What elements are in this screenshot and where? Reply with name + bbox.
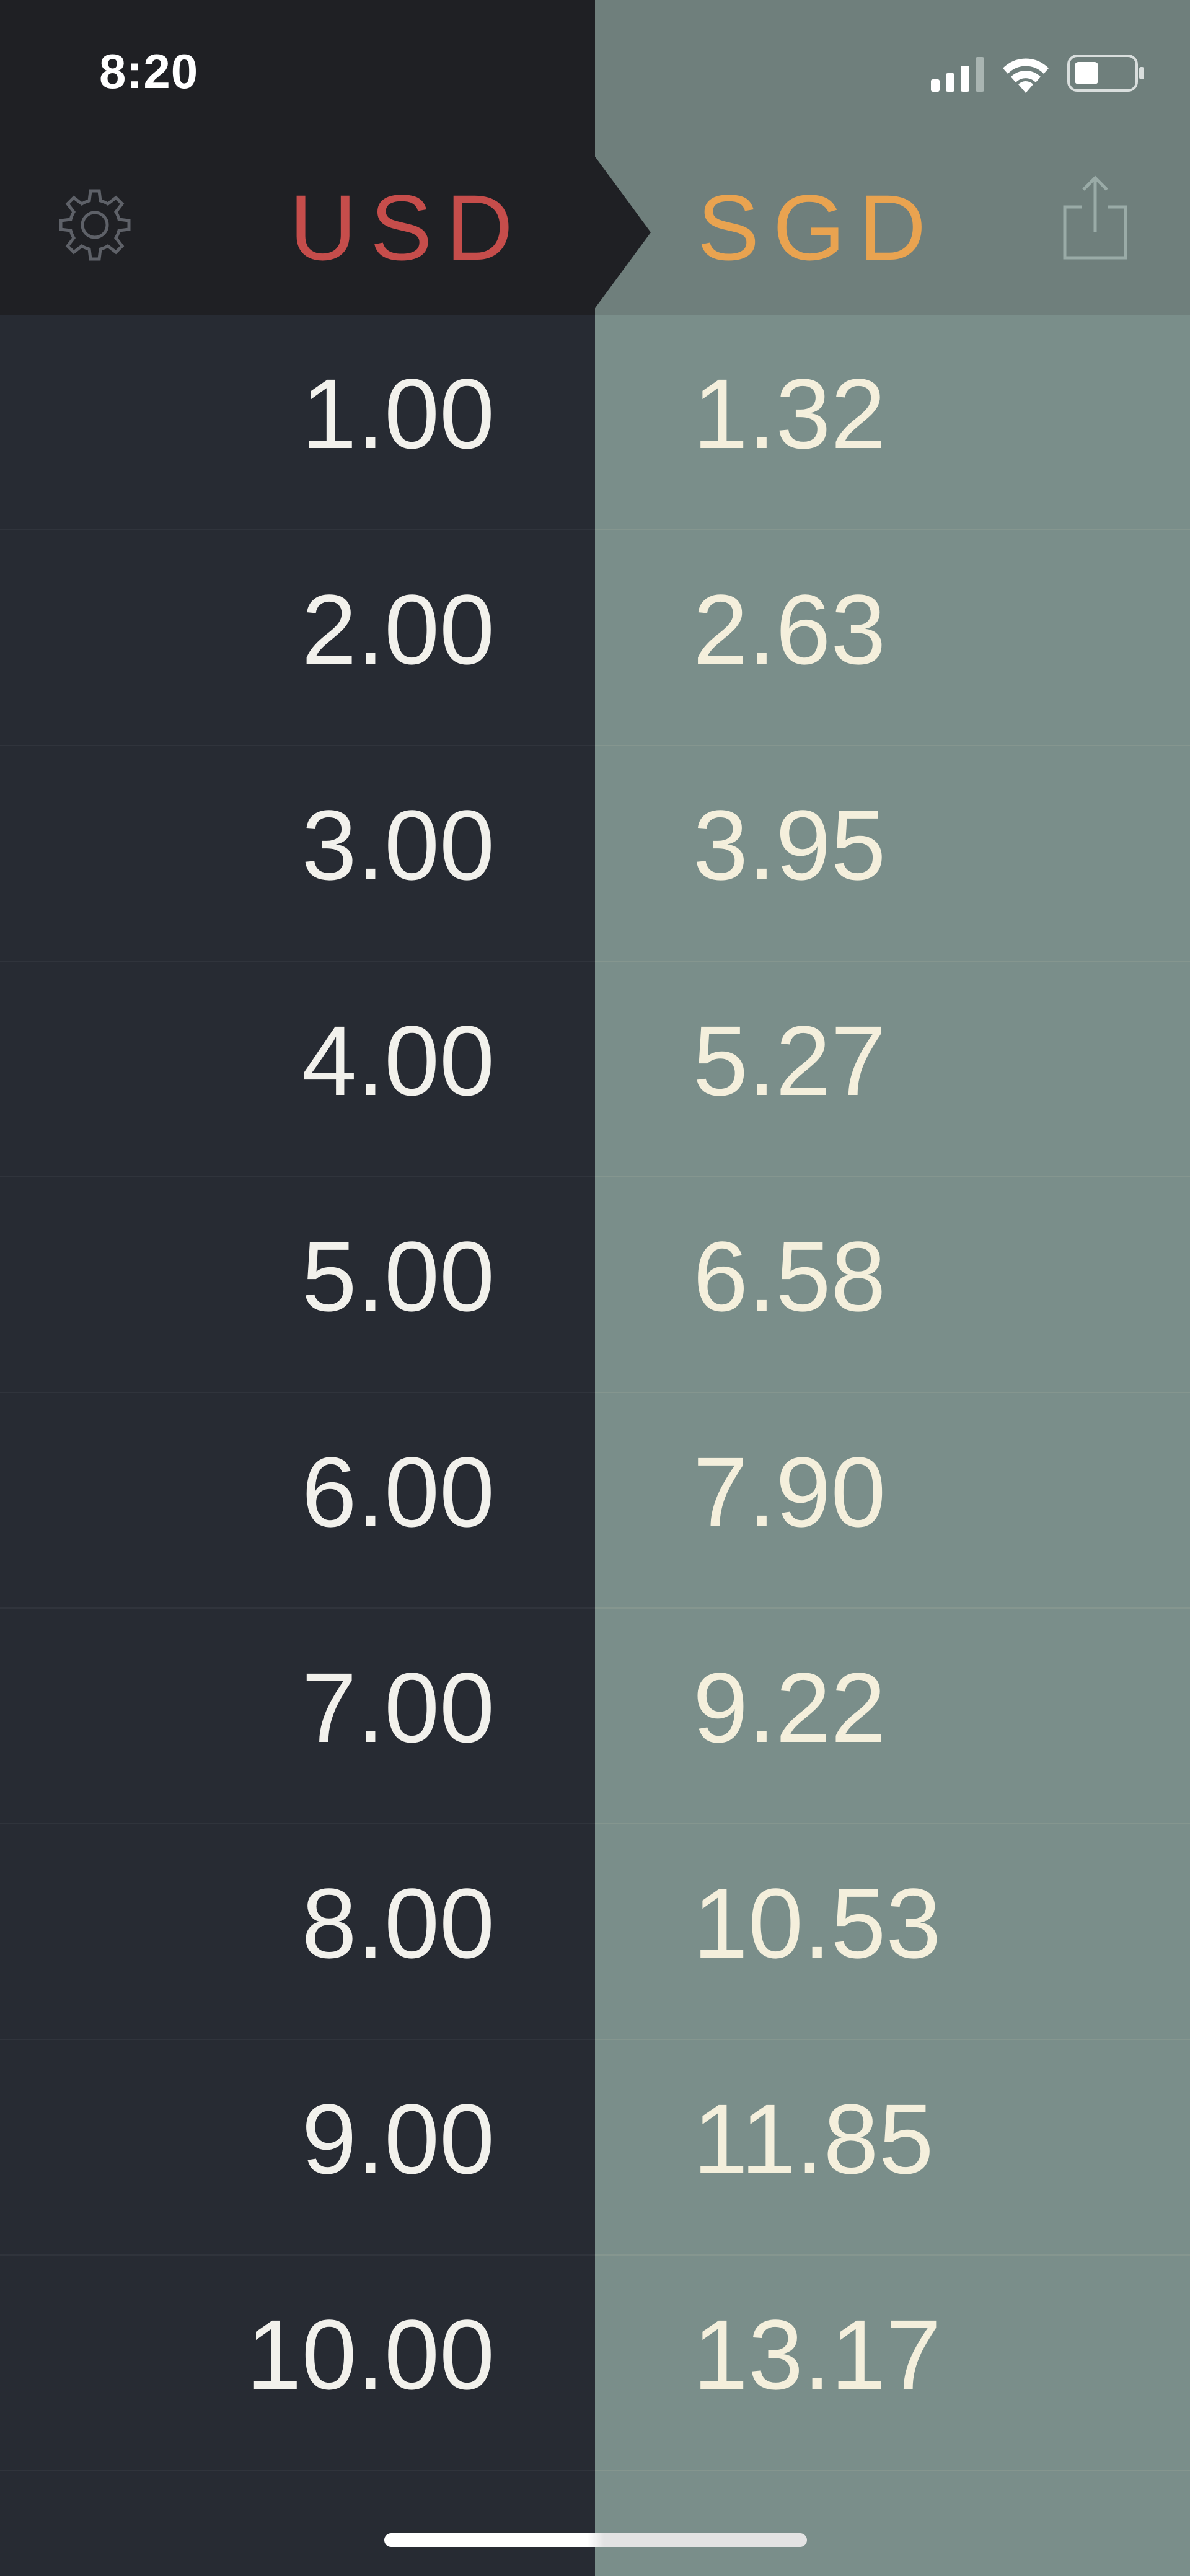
converted-amount: 9.22 <box>693 1652 886 1763</box>
source-amount: 10.00 <box>246 2299 495 2410</box>
share-icon[interactable] <box>1061 175 1129 262</box>
source-amount: 7.00 <box>301 1652 495 1763</box>
status-time: 8:20 <box>99 44 199 99</box>
signal-icon <box>931 57 984 92</box>
source-amount: 2.00 <box>301 574 495 685</box>
source-amount: 8.00 <box>301 1868 495 1979</box>
source-amount: 9.00 <box>301 2083 495 2194</box>
source-amount: 5.00 <box>301 1221 495 1332</box>
converted-amount: 1.32 <box>693 358 886 469</box>
converted-amount: 5.27 <box>693 1005 886 1116</box>
conversion-row[interactable]: 8.00 10.53 <box>0 1824 1190 2040</box>
converted-amount: 3.95 <box>693 789 886 900</box>
conversion-row[interactable]: 10.00 13.17 <box>0 2256 1190 2471</box>
home-indicator[interactable] <box>384 2533 807 2547</box>
gear-icon[interactable] <box>56 187 134 265</box>
converted-amount: 6.58 <box>693 1221 886 1332</box>
direction-arrow-icon <box>594 155 651 310</box>
converted-amount: 13.17 <box>693 2299 941 2410</box>
converted-amount: 10.53 <box>693 1868 941 1979</box>
conversion-row[interactable]: 9.00 11.85 <box>0 2040 1190 2256</box>
source-amount: 4.00 <box>301 1005 495 1116</box>
target-currency-code[interactable]: SGD <box>697 175 940 280</box>
conversion-row[interactable]: 5.00 6.58 <box>0 1177 1190 1393</box>
converted-amount: 11.85 <box>693 2083 934 2194</box>
conversion-row[interactable]: 1.00 1.32 <box>0 315 1190 530</box>
converter-screen: 8:20 USD SGD 1.00 1.32 2.00 2.63 3.00 3.… <box>0 0 1190 2576</box>
source-currency-code[interactable]: USD <box>289 175 527 280</box>
source-amount: 3.00 <box>301 789 495 900</box>
conversion-row[interactable]: 3.00 3.95 <box>0 746 1190 962</box>
conversion-row[interactable]: 6.00 7.90 <box>0 1393 1190 1609</box>
row-divider <box>595 2470 1190 2471</box>
conversion-row[interactable]: 2.00 2.63 <box>0 530 1190 746</box>
status-bar-left <box>0 0 595 149</box>
battery-icon <box>1067 55 1144 92</box>
source-amount: 6.00 <box>301 1436 495 1547</box>
wifi-icon <box>1003 58 1049 93</box>
source-amount: 1.00 <box>301 358 495 469</box>
conversion-row[interactable]: 7.00 9.22 <box>0 1609 1190 1824</box>
conversion-row[interactable]: 4.00 5.27 <box>0 962 1190 1177</box>
row-divider <box>0 2470 595 2471</box>
converted-amount: 2.63 <box>693 574 886 685</box>
converted-amount: 7.90 <box>693 1436 886 1547</box>
